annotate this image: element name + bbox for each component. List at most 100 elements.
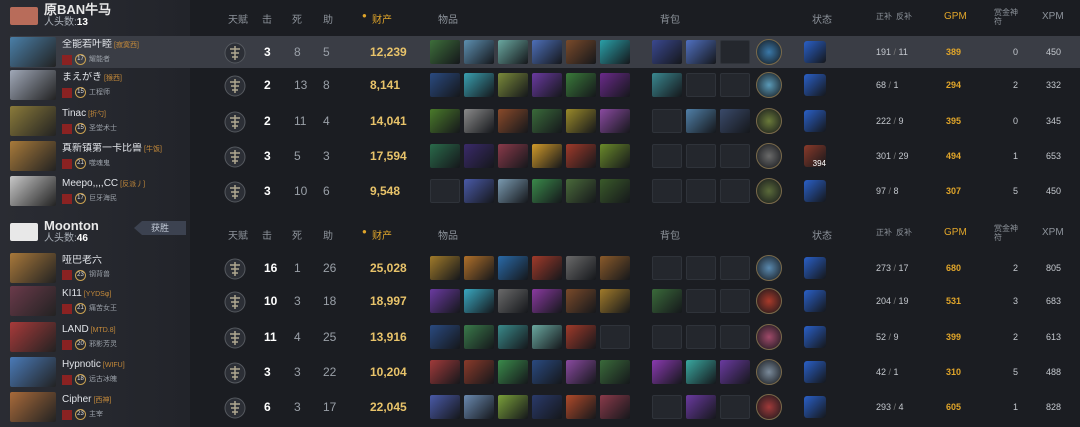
item-icon[interactable] <box>566 289 596 313</box>
empty-backpack-slot[interactable] <box>720 40 750 64</box>
item-icon[interactable] <box>532 325 562 349</box>
item-icon[interactable] <box>566 395 596 419</box>
item-icon[interactable] <box>430 395 460 419</box>
player-stat-row[interactable]: 2 13 8 8,141 68 / 1 294 2 332 <box>190 69 1080 101</box>
item-icon[interactable] <box>532 360 562 384</box>
item-icon[interactable] <box>600 289 630 313</box>
item-icon[interactable] <box>430 289 460 313</box>
item-icon[interactable] <box>430 256 460 280</box>
item-icon[interactable] <box>430 325 460 349</box>
item-icon[interactable] <box>464 109 494 133</box>
empty-backpack-slot[interactable] <box>686 289 716 313</box>
item-icon[interactable] <box>600 179 630 203</box>
empty-backpack-slot[interactable] <box>720 395 750 419</box>
neutral-item-icon[interactable] <box>756 255 782 281</box>
empty-backpack-slot[interactable] <box>720 256 750 280</box>
item-icon[interactable] <box>498 325 528 349</box>
item-icon[interactable] <box>464 144 494 168</box>
talent-tree-icon[interactable] <box>224 258 246 280</box>
item-icon[interactable] <box>498 360 528 384</box>
item-icon[interactable] <box>464 179 494 203</box>
item-icon[interactable] <box>464 395 494 419</box>
item-icon[interactable] <box>532 73 562 97</box>
talent-tree-icon[interactable] <box>224 42 246 64</box>
backpack-item-icon[interactable] <box>652 40 682 64</box>
neutral-item-icon[interactable] <box>756 72 782 98</box>
item-icon[interactable] <box>532 179 562 203</box>
item-icon[interactable] <box>498 109 528 133</box>
player-stat-row[interactable]: 10 3 18 18,997 204 / 19 531 3 683 <box>190 285 1080 317</box>
neutral-item-icon[interactable] <box>756 288 782 314</box>
empty-item-slot[interactable] <box>430 179 460 203</box>
talent-tree-icon[interactable] <box>224 327 246 349</box>
item-icon[interactable] <box>532 144 562 168</box>
item-icon[interactable] <box>430 144 460 168</box>
item-icon[interactable] <box>498 40 528 64</box>
player-card[interactable]: LAND [MTD.8] 20 邪影芳灵 <box>10 321 190 353</box>
item-icon[interactable] <box>566 144 596 168</box>
backpack-item-icon[interactable] <box>686 360 716 384</box>
player-stat-row[interactable]: 3 3 22 10,204 42 / 1 310 5 488 <box>190 356 1080 388</box>
neutral-item-icon[interactable] <box>756 178 782 204</box>
item-icon[interactable] <box>566 73 596 97</box>
item-icon[interactable] <box>464 256 494 280</box>
item-icon[interactable] <box>600 256 630 280</box>
player-card[interactable]: 真新镇第一卡比兽 [牛饭] 21 噬魂鬼 <box>10 140 190 172</box>
item-icon[interactable] <box>498 144 528 168</box>
item-icon[interactable] <box>566 179 596 203</box>
item-icon[interactable] <box>600 395 630 419</box>
empty-backpack-slot[interactable] <box>720 325 750 349</box>
item-icon[interactable] <box>600 109 630 133</box>
item-icon[interactable] <box>532 289 562 313</box>
player-card[interactable]: 哑巴老六 23 钢背兽 <box>10 252 190 284</box>
talent-tree-icon[interactable] <box>224 181 246 203</box>
empty-backpack-slot[interactable] <box>652 256 682 280</box>
backpack-item-icon[interactable] <box>686 109 716 133</box>
item-icon[interactable] <box>498 73 528 97</box>
empty-item-slot[interactable] <box>600 325 630 349</box>
item-icon[interactable] <box>430 360 460 384</box>
empty-backpack-slot[interactable] <box>720 289 750 313</box>
player-card[interactable]: Tinac [折勺] 15 圣堂术士 <box>10 105 190 137</box>
player-stat-row[interactable]: 16 1 26 25,028 273 / 17 680 2 805 <box>190 252 1080 284</box>
item-icon[interactable] <box>566 360 596 384</box>
player-stat-row[interactable]: 3 10 6 9,548 97 / 8 307 5 450 <box>190 175 1080 207</box>
empty-backpack-slot[interactable] <box>686 73 716 97</box>
player-stat-row[interactable]: 3 5 3 17,594 394 301 / 29 494 1 653 <box>190 140 1080 172</box>
player-card[interactable]: KI11 [YYDSφ] 21 痛苦女王 <box>10 285 190 317</box>
talent-tree-icon[interactable] <box>224 75 246 97</box>
backpack-item-icon[interactable] <box>720 109 750 133</box>
item-icon[interactable] <box>498 256 528 280</box>
item-icon[interactable] <box>464 289 494 313</box>
item-icon[interactable] <box>532 395 562 419</box>
neutral-item-icon[interactable] <box>756 324 782 350</box>
neutral-item-icon[interactable] <box>756 394 782 420</box>
item-icon[interactable] <box>430 109 460 133</box>
item-icon[interactable] <box>566 40 596 64</box>
backpack-item-icon[interactable] <box>686 40 716 64</box>
player-stat-row[interactable]: 2 11 4 14,041 222 / 9 395 0 345 <box>190 105 1080 137</box>
player-card[interactable]: Cipher [西神] 23 主宰 <box>10 391 190 423</box>
item-icon[interactable] <box>464 325 494 349</box>
backpack-item-icon[interactable] <box>652 360 682 384</box>
item-icon[interactable] <box>430 73 460 97</box>
player-stat-row[interactable]: 3 8 5 12,239 191 / 11 389 0 450 <box>190 36 1080 68</box>
backpack-item-icon[interactable] <box>686 395 716 419</box>
item-icon[interactable] <box>566 109 596 133</box>
player-stat-row[interactable]: 6 3 17 22,045 293 / 4 605 1 828 <box>190 391 1080 423</box>
player-card[interactable]: Hypnotic [WIFU] 18 远古冰魄 <box>10 356 190 388</box>
empty-backpack-slot[interactable] <box>686 256 716 280</box>
talent-tree-icon[interactable] <box>224 397 246 419</box>
item-icon[interactable] <box>600 73 630 97</box>
item-icon[interactable] <box>600 40 630 64</box>
item-icon[interactable] <box>464 40 494 64</box>
empty-backpack-slot[interactable] <box>686 179 716 203</box>
item-icon[interactable] <box>430 40 460 64</box>
neutral-item-icon[interactable] <box>756 359 782 385</box>
talent-tree-icon[interactable] <box>224 362 246 384</box>
neutral-item-icon[interactable] <box>756 108 782 134</box>
item-icon[interactable] <box>498 395 528 419</box>
backpack-item-icon[interactable] <box>652 73 682 97</box>
empty-backpack-slot[interactable] <box>720 73 750 97</box>
player-card[interactable]: Meepo,,,,CC [反派丿] 17 巨牙海民 <box>10 175 190 207</box>
